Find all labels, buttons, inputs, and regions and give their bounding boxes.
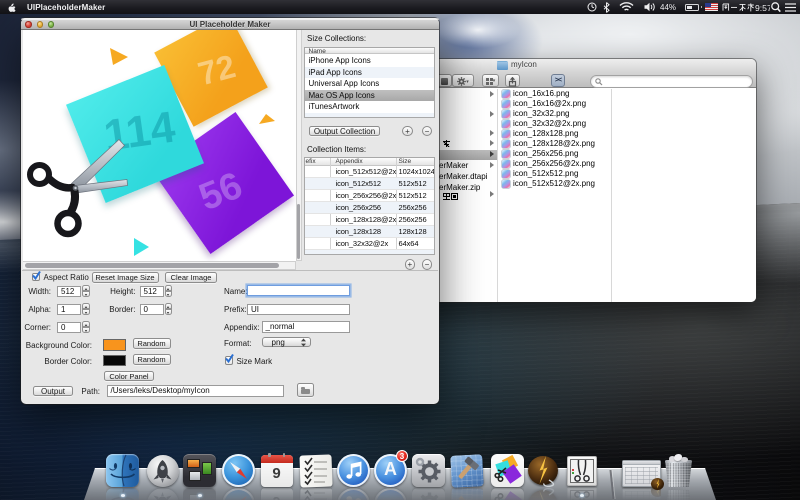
svg-text:9:57: 9:57 [755,2,770,12]
